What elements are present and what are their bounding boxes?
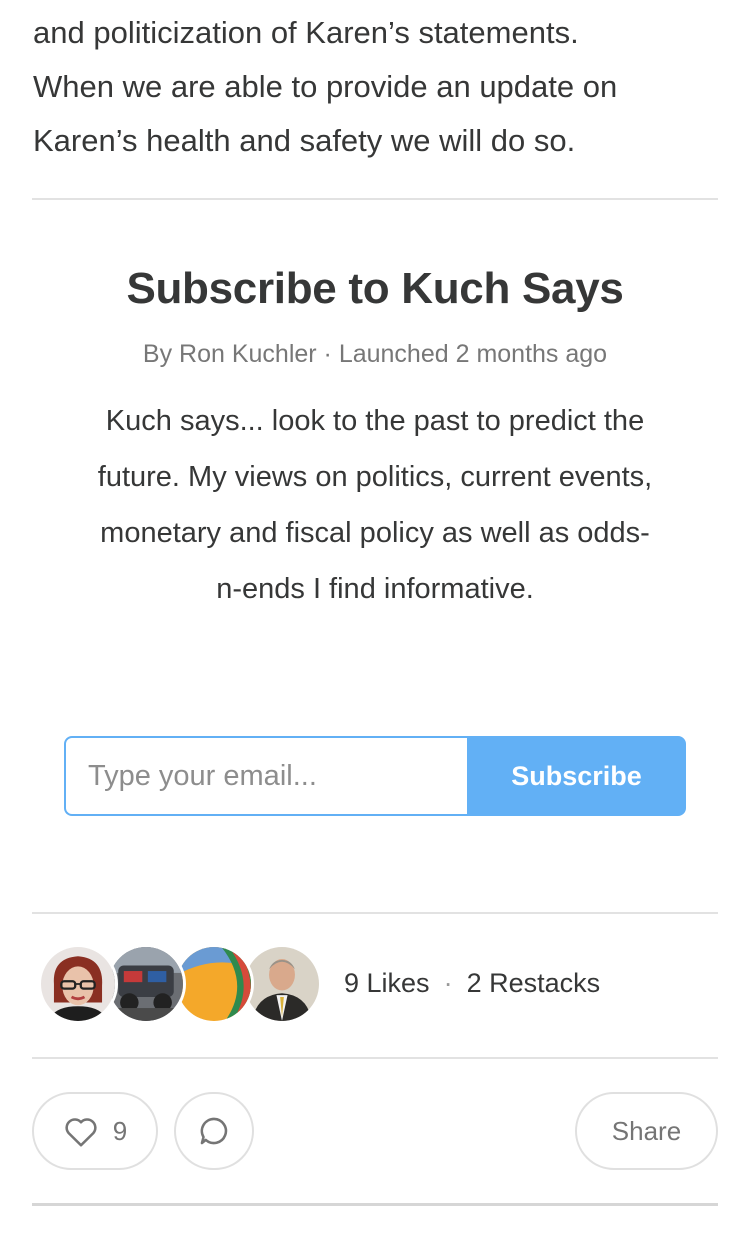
comment-icon [197,1114,231,1148]
avatar-colorful-abstract[interactable] [174,944,254,1024]
avatar-woman-glasses[interactable] [38,944,118,1024]
share-button[interactable]: Share [575,1092,718,1170]
engagement-stats: 9 Likes · 2 Restacks [344,968,600,999]
email-input[interactable] [64,736,467,816]
publication-description: Kuch says... look to the past to predict… [97,405,653,605]
subscribe-form: Subscribe [64,736,686,816]
divider [32,912,718,914]
restacks-count[interactable]: 2 Restacks [467,968,601,998]
article-line: When we are able to provide an update on [33,69,618,104]
likers-facepile[interactable] [38,944,322,1028]
subscribe-button[interactable]: Subscribe [467,736,686,816]
comment-button[interactable] [174,1092,254,1170]
divider [32,1057,718,1059]
article-line: and politicization of Karen’s statements… [33,15,579,50]
divider [32,1203,718,1206]
stats-separator: · [443,968,453,998]
like-button[interactable]: 9 [32,1092,158,1170]
like-button-count: 9 [112,1115,128,1146]
avatar-man-suit[interactable] [242,944,322,1024]
subscribe-title: Subscribe to Kuch Says [126,264,624,313]
avatar-vehicle-photo[interactable] [106,944,186,1024]
likes-count[interactable]: 9 Likes [344,968,430,998]
article-text-tail: and politicization of Karen’s statements… [33,6,723,168]
article-line: Karen’s health and safety we will do so. [33,123,576,158]
publication-byline: By Ron Kuchler · Launched 2 months ago [142,340,608,368]
divider [32,198,718,200]
heart-icon [63,1114,99,1148]
